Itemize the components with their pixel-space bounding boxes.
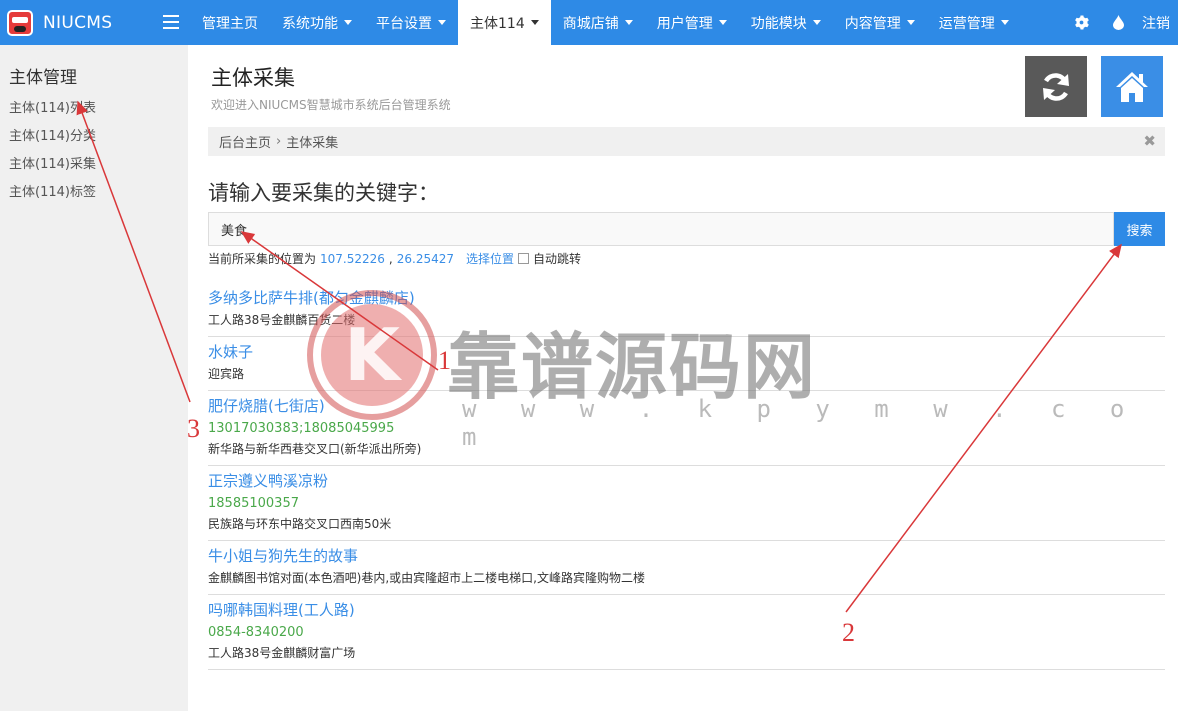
brand-name: NIUCMS bbox=[43, 12, 113, 33]
menu-item-4[interactable]: 商城店铺 bbox=[551, 0, 645, 45]
menu-item-5[interactable]: 用户管理 bbox=[645, 0, 739, 45]
menu-item-3[interactable]: 主体114 bbox=[458, 0, 551, 45]
breadcrumb: 后台主页 › 主体采集 ✖ bbox=[208, 127, 1165, 156]
menu-item-1[interactable]: 系统功能 bbox=[270, 0, 364, 45]
auto-jump-label: 自动跳转 bbox=[533, 252, 582, 266]
logout-link[interactable]: 注销 bbox=[1142, 13, 1170, 33]
keyword-label: 请输入要采集的关键字： bbox=[208, 181, 439, 205]
drop-icon[interactable] bbox=[1113, 15, 1124, 30]
result-item: 肥仔烧腊(七街店) 13017030383;18085045995 新华路与新华西巷… bbox=[208, 391, 1165, 466]
main-menu: 管理主页 系统功能 平台设置 主体114 商城店铺 用户管理 功能模块 内容管理 运营管理 bbox=[190, 0, 1021, 45]
page-title: 主体采集 bbox=[211, 66, 295, 90]
nav-right: 注销 bbox=[1062, 0, 1170, 45]
result-name-link[interactable]: 吗哪韩国料理(工人路) bbox=[208, 600, 1165, 620]
sidebar-item-tags[interactable]: 主体(114)标签 bbox=[9, 181, 96, 200]
result-phone: 13017030383;18085045995 bbox=[208, 421, 395, 436]
gear-icon[interactable] bbox=[1074, 15, 1089, 30]
result-name-link[interactable]: 肥仔烧腊(七街店) bbox=[208, 396, 1165, 416]
menu-item-label: 功能模块 bbox=[750, 15, 807, 32]
breadcrumb-home[interactable]: 后台主页 bbox=[219, 132, 271, 151]
result-phone: 18585100357 bbox=[208, 496, 299, 511]
caret-down-icon bbox=[812, 20, 821, 25]
result-name-link[interactable]: 多纳多比萨牛排(都匀金麒麟店) bbox=[208, 288, 1165, 308]
menu-item-label: 系统功能 bbox=[282, 15, 338, 32]
result-item: 吗哪韩国料理(工人路) 0854-8340200 工人路38号金麒麟财富广场 bbox=[208, 595, 1165, 670]
menu-item-label: 运营管理 bbox=[938, 15, 995, 32]
menu-item-label: 商城店铺 bbox=[562, 15, 619, 32]
result-item: 牛小姐与狗先生的故事金麒麟图书馆对面(本色酒吧)巷内,或由宾隆超市上二楼电梯口,… bbox=[208, 541, 1165, 595]
caret-down-icon bbox=[530, 20, 539, 25]
result-address: 新华路与新华西巷交叉口(新华派出所旁) bbox=[208, 442, 422, 456]
sidebar: 主体管理 主体(114)列表 主体(114)分类 主体(114)采集 主体(11… bbox=[0, 45, 188, 711]
result-item: 正宗遵义鸭溪凉粉 18585100357 民族路与环东中路交叉口西南50米 bbox=[208, 466, 1165, 541]
auto-jump-checkbox[interactable] bbox=[518, 253, 530, 264]
breadcrumb-separator: › bbox=[276, 134, 282, 149]
longitude-value: 107.52226 bbox=[316, 251, 389, 266]
breadcrumb-current: 主体采集 bbox=[286, 136, 339, 151]
page-subtitle: 欢迎进入NIUCMS智慧城市系统后台管理系统 bbox=[211, 98, 451, 112]
caret-down-icon bbox=[344, 20, 352, 25]
result-item: 多纳多比萨牛排(都匀金麒麟店) 工人路38号金麒麟百货二楼 bbox=[208, 283, 1165, 337]
search-button[interactable]: 搜索 bbox=[1114, 212, 1165, 246]
result-address: 工人路38号金麒麟财富广场 bbox=[208, 646, 356, 660]
result-address: 金麒麟图书馆对面(本色酒吧)巷内,或由宾隆超市上二楼电梯口,文峰路宾隆购物二楼 bbox=[208, 571, 645, 585]
result-address: 工人路38号金麒麟百货二楼 bbox=[208, 313, 356, 327]
latitude-value: 26.25427 bbox=[392, 251, 459, 266]
sidebar-title: 主体管理 bbox=[9, 68, 77, 88]
sidebar-item-category[interactable]: 主体(114)分类 bbox=[9, 125, 96, 144]
home-icon bbox=[1116, 71, 1148, 102]
menu-item-label: 内容管理 bbox=[844, 15, 901, 32]
brand-logo-icon bbox=[7, 9, 33, 36]
caret-down-icon bbox=[624, 20, 633, 25]
sidebar-item-collect[interactable]: 主体(114)采集 bbox=[9, 153, 96, 172]
menu-item-7[interactable]: 内容管理 bbox=[833, 0, 927, 45]
refresh-button[interactable] bbox=[1025, 56, 1087, 117]
caret-down-icon bbox=[906, 20, 915, 25]
result-name-link[interactable]: 正宗遵义鸭溪凉粉 bbox=[208, 471, 1165, 491]
location-row: 当前所采集的位置为 107.52226 , 26.25427 选择位置 自动跳转 bbox=[208, 250, 581, 267]
sidebar-item-list[interactable]: 主体(114)列表 bbox=[9, 97, 96, 116]
menu-toggle-icon[interactable] bbox=[163, 15, 179, 29]
results-list: 多纳多比萨牛排(都匀金麒麟店) 工人路38号金麒麟百货二楼水妹子迎宾路肥仔烧腊(七… bbox=[208, 283, 1165, 670]
result-address: 迎宾路 bbox=[208, 367, 245, 381]
menu-item-0[interactable]: 管理主页 bbox=[190, 0, 270, 45]
caret-down-icon bbox=[438, 20, 446, 25]
home-button[interactable] bbox=[1101, 56, 1163, 117]
keyword-input[interactable] bbox=[208, 212, 1114, 246]
choose-location-link[interactable]: 选择位置 bbox=[466, 250, 514, 267]
result-address: 民族路与环东中路交叉口西南50米 bbox=[208, 517, 392, 531]
menu-item-label: 管理主页 bbox=[202, 15, 258, 32]
refresh-icon bbox=[1043, 72, 1069, 101]
menu-item-2[interactable]: 平台设置 bbox=[364, 0, 458, 45]
menu-item-label: 用户管理 bbox=[656, 15, 713, 32]
result-item: 水妹子 迎宾路 bbox=[208, 337, 1165, 391]
caret-down-icon bbox=[718, 20, 727, 25]
menu-item-label: 主体114 bbox=[470, 15, 525, 32]
menu-item-6[interactable]: 功能模块 bbox=[739, 0, 833, 45]
top-navbar: NIUCMS 管理主页 系统功能 平台设置 主体114 商城店铺 用户管理 功能模块 内容管理… bbox=[0, 0, 1178, 45]
main-content: 主体采集 欢迎进入NIUCMS智慧城市系统后台管理系统 后台主页 › 主体采集 … bbox=[188, 45, 1178, 711]
result-name-link[interactable]: 牛小姐与狗先生的故事 bbox=[208, 546, 1165, 566]
location-prefix: 当前所采集的位置为 bbox=[208, 252, 317, 266]
result-name-link[interactable]: 水妹子 bbox=[208, 342, 1165, 362]
menu-item-label: 平台设置 bbox=[376, 15, 432, 32]
menu-item-8[interactable]: 运营管理 bbox=[927, 0, 1021, 45]
brand[interactable]: NIUCMS bbox=[0, 0, 112, 45]
close-icon[interactable]: ✖ bbox=[1143, 132, 1156, 150]
caret-down-icon bbox=[1000, 20, 1009, 25]
result-phone: 0854-8340200 bbox=[208, 625, 304, 640]
